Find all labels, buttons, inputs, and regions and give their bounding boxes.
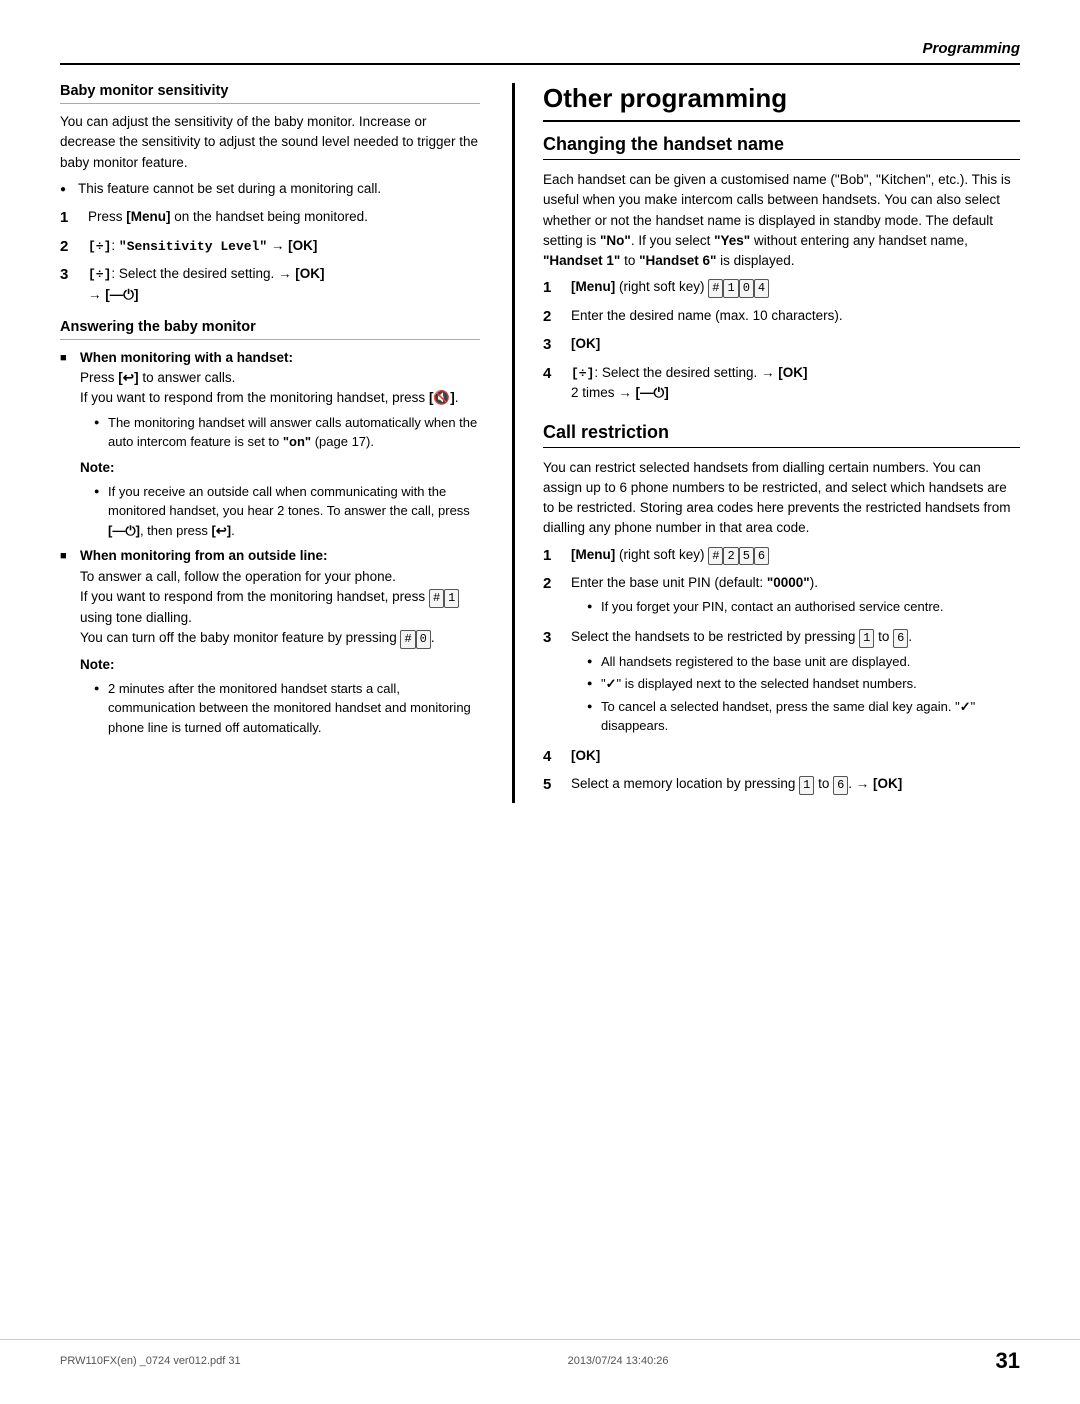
left-column: Baby monitor sensitivity You can adjust … [60, 83, 480, 803]
page-number: 31 [996, 1348, 1020, 1374]
step-3: 3 Select the handsets to be restricted b… [543, 627, 1020, 740]
step-1: 1 Press [Menu] on the handset being moni… [60, 207, 480, 230]
step-2: 2 Enter the base unit PIN (default: "000… [543, 573, 1020, 621]
page-header: Programming [60, 40, 1020, 65]
baby-monitor-sensitivity-heading: Baby monitor sensitivity [60, 83, 480, 104]
call-restriction-steps: 1 [Menu] (right soft key) #256 2 Enter t… [543, 545, 1020, 797]
step-2: 2 Enter the desired name (max. 10 charac… [543, 306, 1020, 329]
changing-handset-name-steps: 1 [Menu] (right soft key) #104 2 Enter t… [543, 277, 1020, 403]
step-2-bullets: If you forget your PIN, contact an autho… [571, 597, 1020, 617]
step-3: 3 [OK] [543, 334, 1020, 357]
step-3-bullets: All handsets registered to the base unit… [571, 652, 1020, 736]
step-4: 4 [÷]: Select the desired setting. → [OK… [543, 363, 1020, 404]
other-programming-title: Other programming [543, 83, 1020, 122]
note-label-1: Note: [80, 458, 480, 478]
page-footer: PRW110FX(en) _0724 ver012.pdf 31 2013/07… [0, 1339, 1080, 1374]
step-4: 4 [OK] [543, 746, 1020, 769]
baby-monitor-sensitivity-bullets: This feature cannot be set during a moni… [60, 179, 480, 199]
answering-baby-monitor-section: Answering the baby monitor When monitori… [60, 319, 480, 738]
step-5: 5 Select a memory location by pressing 1… [543, 774, 1020, 797]
two-col-layout: Baby monitor sensitivity You can adjust … [60, 83, 1020, 803]
changing-handset-name-body: Each handset can be given a customised n… [543, 170, 1020, 271]
baby-monitor-sensitivity-body: You can adjust the sensitivity of the ba… [60, 112, 480, 173]
step-2: 2 [÷]: "Sensitivity Level" → [OK] [60, 236, 480, 259]
list-item: If you receive an outside call when comm… [94, 482, 480, 541]
step-1: 1 [Menu] (right soft key) #104 [543, 277, 1020, 300]
list-item: "✓" is displayed next to the selected ha… [587, 674, 1020, 694]
answering-baby-monitor-heading: Answering the baby monitor [60, 319, 480, 340]
list-item: 2 minutes after the monitored handset st… [94, 679, 480, 738]
footer-date-info: 2013/07/24 13:40:26 [568, 1355, 669, 1367]
changing-handset-name-section: Changing the handset name Each handset c… [543, 134, 1020, 404]
call-restriction-heading: Call restriction [543, 422, 1020, 448]
right-column: Other programming Changing the handset n… [512, 83, 1020, 803]
monitoring-handset-label: When monitoring with a handset: [80, 350, 293, 365]
page-container: Programming Baby monitor sensitivity You… [0, 0, 1080, 1404]
monitoring-outside-line-item: When monitoring from an outside line: To… [60, 546, 480, 737]
header-title: Programming [922, 40, 1020, 57]
monitoring-handset-subbullets: The monitoring handset will answer calls… [80, 413, 480, 452]
answering-sq-list: When monitoring with a handset: Press [↩… [60, 348, 480, 738]
changing-handset-name-heading: Changing the handset name [543, 134, 1020, 160]
note-2-bullets: 2 minutes after the monitored handset st… [80, 679, 480, 738]
list-item: This feature cannot be set during a moni… [60, 179, 480, 199]
list-item: If you forget your PIN, contact an autho… [587, 597, 1020, 617]
call-restriction-body: You can restrict selected handsets from … [543, 458, 1020, 539]
baby-monitor-sensitivity-section: Baby monitor sensitivity You can adjust … [60, 83, 480, 305]
monitoring-outside-label: When monitoring from an outside line: [80, 548, 328, 563]
note-1-bullets: If you receive an outside call when comm… [80, 482, 480, 541]
list-item: The monitoring handset will answer calls… [94, 413, 480, 452]
baby-monitor-sensitivity-steps: 1 Press [Menu] on the handset being moni… [60, 207, 480, 305]
list-item: All handsets registered to the base unit… [587, 652, 1020, 672]
call-restriction-section: Call restriction You can restrict select… [543, 422, 1020, 797]
footer-file-info: PRW110FX(en) _0724 ver012.pdf 31 [60, 1355, 241, 1367]
monitoring-with-handset-item: When monitoring with a handset: Press [↩… [60, 348, 480, 541]
list-item: To cancel a selected handset, press the … [587, 697, 1020, 736]
step-1: 1 [Menu] (right soft key) #256 [543, 545, 1020, 568]
note-label-2: Note: [80, 655, 480, 675]
step-3: 3 [÷]: Select the desired setting. → [OK… [60, 264, 480, 305]
